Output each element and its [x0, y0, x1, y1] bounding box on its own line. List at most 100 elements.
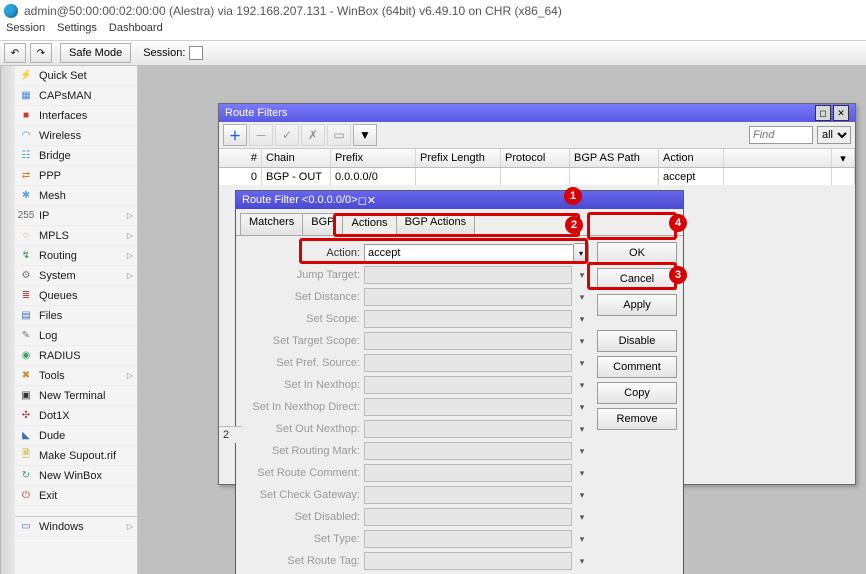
sidebar-icon: ◉	[19, 349, 33, 363]
sidebar-icon: ☷	[19, 149, 33, 163]
sidebar-item-label: Quick Set	[39, 70, 87, 82]
sidebar-item[interactable]: ↻ New WinBox	[15, 466, 137, 486]
menu-dashboard[interactable]: Dashboard	[109, 22, 163, 40]
filter-button[interactable]: ▼	[353, 124, 377, 146]
grid-header: # Chain Prefix Prefix Length Protocol BG…	[219, 149, 855, 168]
comment-button[interactable]: Comment	[597, 356, 677, 378]
apply-button[interactable]: Apply	[597, 294, 677, 316]
find-input[interactable]	[749, 126, 813, 144]
sidebar-item[interactable]: ↯Routing▷	[15, 246, 137, 266]
tab-matchers[interactable]: Matchers	[240, 213, 303, 235]
sidebar-item[interactable]: ✱Mesh	[15, 186, 137, 206]
sidebar-icon: ↻	[19, 469, 33, 483]
expand-icon[interactable]: ▾	[575, 378, 589, 392]
sidebar-item[interactable]: ✣Dot1X	[15, 406, 137, 426]
chevron-down-icon[interactable]: ▾	[574, 243, 589, 263]
expand-icon[interactable]: ▾	[575, 312, 589, 326]
table-row[interactable]: 0 BGP - OUT 0.0.0.0/0 accept	[219, 168, 855, 186]
sidebar-item[interactable]: ✖Tools▷	[15, 366, 137, 386]
scope-select[interactable]: all	[817, 126, 851, 144]
remove-button[interactable]: Remove	[597, 408, 677, 430]
action-select[interactable]: accept	[364, 244, 574, 262]
tab-actions[interactable]: Actions	[342, 214, 396, 236]
form-row: Set Out Nexthop:▾	[242, 418, 589, 440]
sidebar-icon: ⏻	[19, 489, 33, 503]
sidebar-item[interactable]: 🗎Make Supout.rif	[15, 446, 137, 466]
safe-mode-button[interactable]: Safe Mode	[60, 43, 131, 63]
sidebar-item[interactable]: ◠Wireless	[15, 126, 137, 146]
sidebar-item[interactable]: 255IP▷	[15, 206, 137, 226]
ok-button[interactable]: OK	[597, 242, 677, 264]
sidebar-item[interactable]: ▭Windows▷	[15, 516, 137, 537]
disable-button[interactable]: Disable	[597, 330, 677, 352]
sidebar-icon: ⚡	[19, 69, 33, 83]
disabled-field	[364, 354, 572, 372]
sidebar-item[interactable]: ▦CAPsMAN	[15, 86, 137, 106]
dialog-close-icon[interactable]: ✕	[367, 194, 376, 207]
sidebar-icon: ✱	[19, 189, 33, 203]
dialog-button-column: OK Cancel Apply Disable Comment Copy Remove	[597, 242, 677, 572]
sidebar-icon: ✖	[19, 369, 33, 383]
sidebar-icon: ◣	[19, 429, 33, 443]
sidebar-item[interactable]: ≣Queues	[15, 286, 137, 306]
copy-button[interactable]: Copy	[597, 382, 677, 404]
sidebar-item[interactable]: ■Interfaces	[15, 106, 137, 126]
sidebar-item[interactable]: ⇄PPP	[15, 166, 137, 186]
sidebar-item-label: Wireless	[39, 130, 81, 142]
sidebar-icon: ⚙	[19, 269, 33, 283]
sidebar-item[interactable]: ◣ Dude	[15, 426, 137, 446]
expand-icon[interactable]: ▾	[575, 510, 589, 524]
sidebar-item-label: Exit	[39, 490, 57, 502]
dialog-title-bar[interactable]: Route Filter <0.0.0.0/0> ◻ ✕	[236, 191, 683, 209]
sidebar-item[interactable]: ◉RADIUS	[15, 346, 137, 366]
sidebar-item[interactable]: ◌MPLS▷	[15, 226, 137, 246]
window-close-icon[interactable]: ✕	[833, 105, 849, 121]
tab-bgp-actions[interactable]: BGP Actions	[396, 213, 476, 235]
sidebar-item[interactable]: ⚡ Quick Set	[15, 66, 137, 86]
window-restore-icon[interactable]: ◻	[815, 105, 831, 121]
tab-bgp[interactable]: BGP	[302, 213, 343, 235]
expand-icon[interactable]: ▾	[575, 290, 589, 304]
route-filters-title-bar[interactable]: Route Filters ◻ ✕	[219, 104, 855, 122]
sidebar-item[interactable]: ⚙System▷	[15, 266, 137, 286]
sidebar-item-label: Queues	[39, 290, 78, 302]
dialog-tabs: MatchersBGPActionsBGP Actions	[236, 209, 683, 235]
disable-button[interactable]: ✗	[301, 124, 325, 146]
enable-button[interactable]: ✓	[275, 124, 299, 146]
cancel-button[interactable]: Cancel	[597, 268, 677, 290]
sidebar-item[interactable]: ▣New Terminal	[15, 386, 137, 406]
expand-icon[interactable]: ▾	[575, 466, 589, 480]
add-button[interactable]: ＋	[223, 124, 247, 146]
comment-button[interactable]: ▭	[327, 124, 351, 146]
disabled-field	[364, 266, 572, 284]
expand-icon[interactable]: ▾	[575, 554, 589, 568]
expand-icon[interactable]: ▾	[575, 268, 589, 282]
expand-icon[interactable]: ▾	[575, 334, 589, 348]
sidebar-item[interactable]: ⏻ Exit	[15, 486, 137, 506]
dialog-restore-icon[interactable]: ◻	[358, 194, 367, 207]
remove-button[interactable]: －	[249, 124, 273, 146]
disabled-field	[364, 288, 572, 306]
menu-session[interactable]: Session	[6, 22, 45, 40]
sidebar-item[interactable]: ▤Files	[15, 306, 137, 326]
sidebar-item[interactable]: ☷Bridge	[15, 146, 137, 166]
expand-icon[interactable]: ▾	[575, 400, 589, 414]
sidebar-item[interactable]: ✎Log	[15, 326, 137, 346]
sidebar-icon: ◌	[19, 229, 33, 243]
sidebar-item-label: New WinBox	[39, 470, 102, 482]
main-toolbar: ↶ ↷ Safe Mode Session:	[0, 40, 866, 66]
menu-settings[interactable]: Settings	[57, 22, 97, 40]
expand-icon[interactable]: ▾	[575, 422, 589, 436]
redo-button[interactable]: ↷	[30, 43, 52, 63]
sidebar-item-label: PPP	[39, 170, 61, 182]
form-row: Set Route Comment:▾	[242, 462, 589, 484]
expand-icon[interactable]: ▾	[575, 488, 589, 502]
expand-icon[interactable]: ▾	[575, 444, 589, 458]
undo-button[interactable]: ↶	[4, 43, 26, 63]
expand-icon[interactable]: ▾	[575, 356, 589, 370]
route-filters-grid[interactable]: # Chain Prefix Prefix Length Protocol BG…	[219, 149, 855, 186]
expand-icon[interactable]: ▾	[575, 532, 589, 546]
form-row: Set Type:▾	[242, 528, 589, 550]
winbox-logo-icon	[4, 4, 18, 18]
sidebar-item-label: Dude	[39, 430, 65, 442]
